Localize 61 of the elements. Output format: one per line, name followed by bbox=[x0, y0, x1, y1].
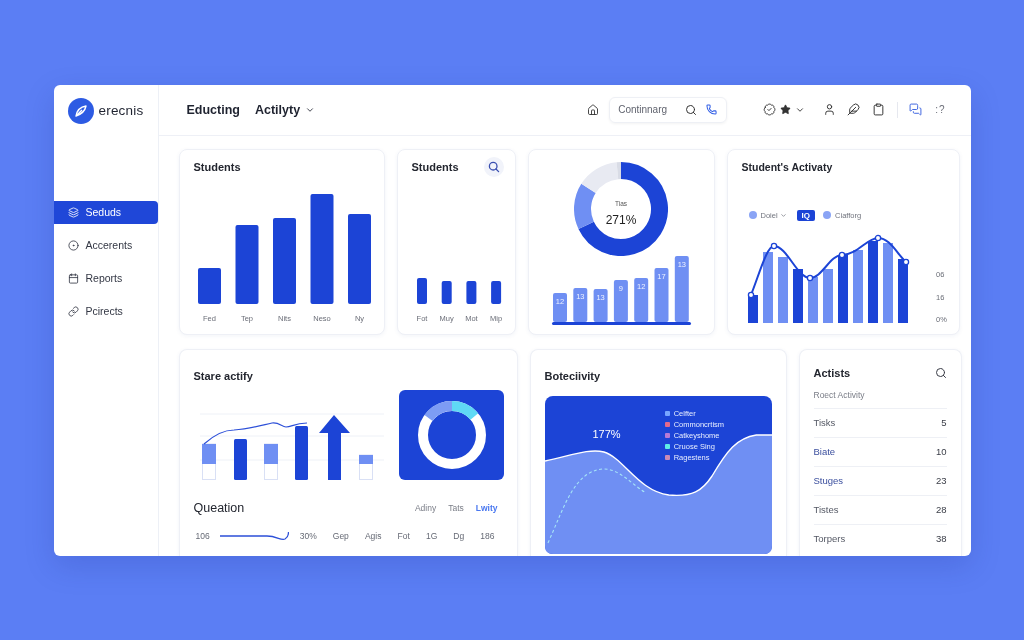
logo-icon bbox=[67, 97, 94, 124]
user-icon[interactable] bbox=[823, 103, 837, 116]
card-title: Student's Activaty bbox=[741, 159, 834, 174]
card-title: Boteciivity bbox=[544, 368, 602, 383]
nav-item[interactable]: Seduds bbox=[53, 200, 158, 224]
link-icon bbox=[67, 305, 79, 317]
search-icon[interactable] bbox=[934, 366, 947, 379]
stat-text: 186 bbox=[480, 530, 495, 541]
nav-item[interactable]: Reports bbox=[53, 266, 158, 290]
stat-text: Gep bbox=[332, 530, 349, 541]
nav-item[interactable]: Pcirects bbox=[53, 299, 158, 323]
stat-text: Agis bbox=[364, 530, 382, 541]
card-title: Students bbox=[411, 159, 459, 174]
tab[interactable]: Adiny bbox=[414, 502, 437, 513]
badge-check-icon[interactable] bbox=[763, 103, 777, 116]
layers-icon bbox=[67, 206, 79, 218]
card-title: Actists bbox=[813, 365, 851, 380]
circle-dot-icon bbox=[67, 239, 79, 251]
nav-item[interactable]: Accerents bbox=[53, 233, 158, 257]
tab[interactable]: Lwity bbox=[475, 502, 498, 513]
row-value: 23 bbox=[935, 475, 947, 486]
calendar-icon bbox=[67, 272, 79, 284]
row-value: 38 bbox=[935, 533, 947, 544]
card-subtitle: Roect Activity bbox=[813, 389, 866, 400]
card-title: Students bbox=[193, 159, 242, 174]
clipboard-icon[interactable] bbox=[872, 103, 886, 116]
row-value: 5 bbox=[941, 417, 947, 428]
row-label: Tisks bbox=[813, 417, 836, 428]
stat-text: 1G bbox=[425, 530, 438, 541]
page-title: Educting bbox=[186, 102, 240, 117]
search-icon[interactable] bbox=[685, 103, 698, 116]
row-label: Tistes bbox=[813, 504, 839, 515]
chevron-down-icon bbox=[779, 211, 787, 219]
row-label: Stuges bbox=[813, 475, 844, 486]
panel-value: 177% bbox=[592, 427, 621, 440]
star-icon[interactable] bbox=[780, 104, 792, 115]
phone-icon[interactable] bbox=[706, 104, 718, 115]
brand-name: erecnis bbox=[98, 103, 144, 118]
donut-value: 271% bbox=[605, 212, 637, 227]
stat-text: 106 bbox=[195, 530, 210, 541]
chat-icon[interactable] bbox=[909, 103, 923, 116]
feather-icon[interactable] bbox=[847, 103, 861, 116]
sparkline bbox=[218, 529, 289, 542]
tab[interactable]: Tats bbox=[448, 502, 464, 513]
stat-text: 30% bbox=[299, 530, 317, 541]
menu-dropdown[interactable]: Actilyty bbox=[254, 102, 316, 117]
search-icon[interactable] bbox=[483, 156, 504, 177]
row-value: 10 bbox=[935, 446, 947, 457]
search-input[interactable]: Continnarg bbox=[618, 104, 677, 115]
stat-text: Fot bbox=[397, 530, 410, 541]
row-label: Biate bbox=[813, 446, 836, 457]
legend-tag: IQ bbox=[796, 209, 816, 221]
row-value: 28 bbox=[935, 504, 947, 515]
legend-dot-icon bbox=[748, 211, 757, 219]
row-label: Torpers bbox=[813, 533, 846, 544]
home-icon[interactable] bbox=[587, 103, 600, 116]
stat-text: Dg bbox=[453, 530, 465, 541]
legend-dot-icon bbox=[823, 211, 832, 219]
help-text[interactable]: :? bbox=[935, 104, 946, 115]
section-title: Queation bbox=[193, 500, 245, 515]
card-title: Stare actify bbox=[193, 368, 254, 383]
